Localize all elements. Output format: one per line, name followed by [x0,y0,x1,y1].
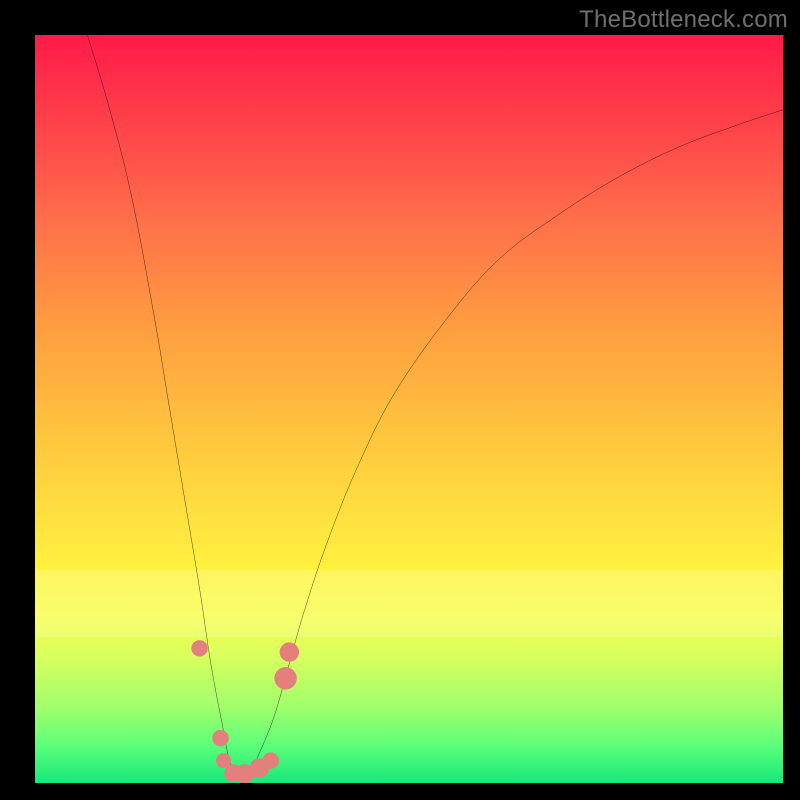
data-marker [191,640,207,656]
watermark-text: TheBottleneck.com [579,6,788,34]
curve-layer [35,35,783,783]
data-marker [212,730,228,746]
bottleneck-curve [87,35,783,777]
marker-layer [191,640,299,783]
plot-area [35,35,783,783]
data-marker [262,752,278,768]
chart-frame: TheBottleneck.com [0,0,800,800]
data-marker [280,642,299,661]
data-marker [274,667,296,689]
